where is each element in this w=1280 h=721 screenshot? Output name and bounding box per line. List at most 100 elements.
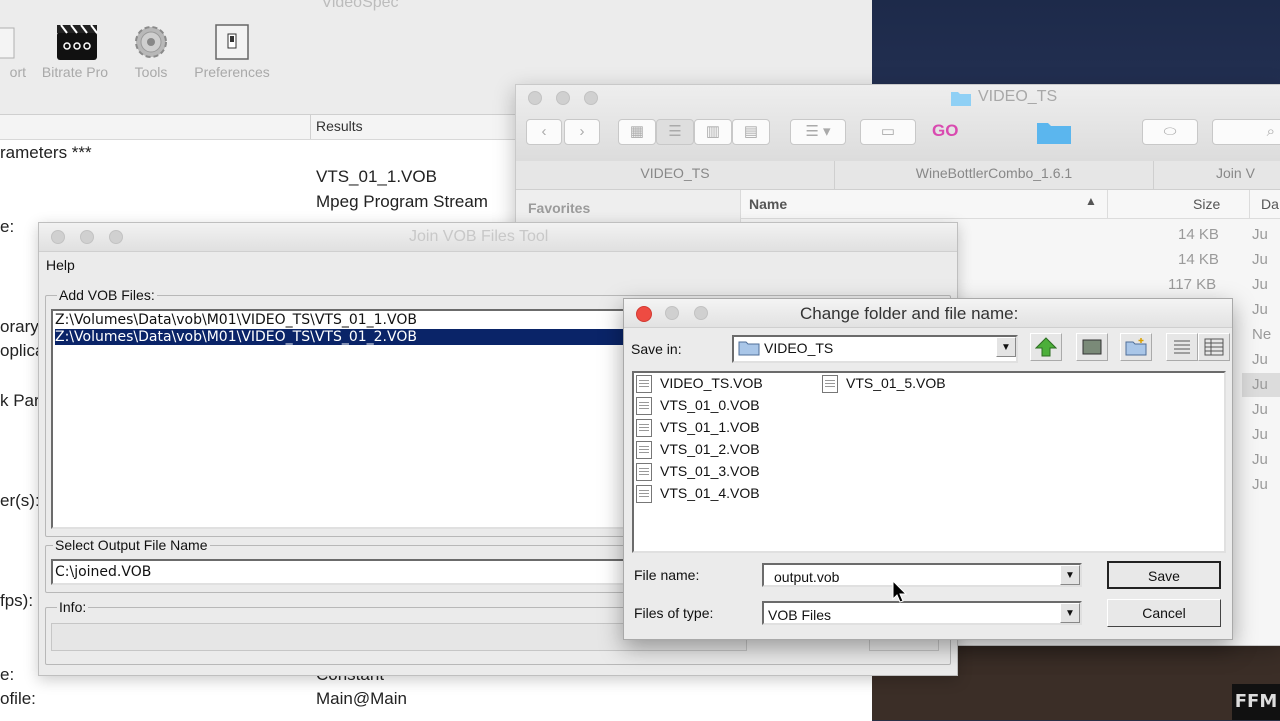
preferences-label: Preferences (194, 64, 270, 80)
tab-join[interactable]: Join V (1216, 165, 1280, 181)
folder-icon (738, 340, 760, 356)
file-item[interactable]: VTS_01_1.VOB (636, 417, 763, 438)
vob-list-item[interactable]: Z:\Volumes\Data\vob\M01\VIDEO_TS\VTS_01_… (55, 312, 641, 328)
finder-list-header: Name ▲ Size Da (741, 190, 1280, 219)
list-view-button[interactable] (1166, 333, 1198, 361)
file-date: Ju (1252, 251, 1268, 268)
search-icon: ⌕ (1266, 123, 1275, 140)
file-column: VIDEO_TS.VOB VTS_01_0.VOB VTS_01_1.VOB V… (636, 373, 763, 504)
list-icon: ☰ (668, 123, 682, 140)
list-view-button[interactable]: ☰ (656, 119, 694, 145)
tab-winebottler[interactable]: WineBottlerCombo_1.6.1 (835, 165, 1153, 181)
details-icon (1204, 338, 1224, 356)
details-view-button[interactable] (1198, 333, 1230, 361)
export-label: ort (9, 64, 26, 80)
output-file-label: Select Output File Name (53, 537, 210, 553)
file-date: Ju (1252, 476, 1268, 493)
chevron-down-icon[interactable]: ▼ (1060, 565, 1080, 585)
save-in-dropdown[interactable]: VIDEO_TS ▼ (732, 335, 1018, 363)
chevron-down-icon[interactable]: ▼ (996, 337, 1016, 357)
file-item-label: VTS_01_4.VOB (660, 485, 760, 501)
export-toolbar-button[interactable]: ort (0, 18, 26, 88)
back-button[interactable]: ‹ (526, 119, 562, 145)
help-menu[interactable]: Help (46, 257, 75, 273)
create-folder-button[interactable] (1120, 333, 1152, 361)
zoom-window-button[interactable] (109, 230, 123, 244)
arrange-button[interactable]: ☰ ▾ (790, 119, 846, 145)
finder-search-field[interactable]: ⌕ (1212, 119, 1280, 145)
file-item-label: VTS_01_3.VOB (660, 463, 760, 479)
minimize-dialog-button[interactable] (665, 306, 679, 320)
finder-titlebar: VIDEO_TS ‹ › ▦ ☰ ▥ ▤ ☰ ▾ ▭ GO ⬭ ⌕ (516, 85, 1280, 162)
output-file-input[interactable]: C:\joined.VOB (51, 559, 647, 585)
dialog-title: Change folder and file name: (800, 304, 1019, 323)
file-type-value: VOB Files (768, 607, 832, 623)
tab-video-ts[interactable]: VIDEO_TS (516, 165, 834, 181)
arrow-up-icon (1034, 337, 1058, 357)
date-column-header[interactable]: Da (1261, 196, 1279, 212)
vob-file-list[interactable]: Z:\Volumes\Data\vob\M01\VIDEO_TS\VTS_01_… (51, 309, 645, 529)
icon-view-button[interactable]: ▦ (618, 119, 656, 145)
file-item[interactable]: VTS_01_0.VOB (636, 395, 763, 416)
tag-icon: ⬭ (1163, 123, 1177, 140)
new-folder-icon: ▭ (880, 123, 896, 140)
close-dialog-button[interactable] (636, 306, 652, 322)
file-name-value: output.vob (774, 569, 840, 585)
table-row-value: VTS_01_1.VOB (316, 167, 437, 186)
chevron-down-icon[interactable]: ▼ (1060, 603, 1080, 623)
file-name-label: File name: (634, 567, 700, 583)
size-column-header[interactable]: Size (1193, 196, 1220, 212)
desktop-button[interactable] (1076, 333, 1108, 361)
go-button[interactable]: GO (932, 121, 958, 141)
sort-ascending-icon: ▲ (1085, 194, 1097, 208)
document-icon (636, 375, 652, 394)
name-column-header[interactable]: Name (749, 196, 787, 212)
file-date: Ju (1252, 401, 1268, 418)
table-row-label: k Par (0, 391, 40, 410)
file-item-label: VTS_01_2.VOB (660, 441, 760, 457)
folder-icon[interactable] (1036, 119, 1072, 145)
cancel-button[interactable]: Cancel (1107, 599, 1221, 627)
file-item[interactable]: VTS_01_5.VOB (822, 373, 946, 394)
file-name-input[interactable]: output.vob ▼ (762, 563, 1082, 587)
save-button[interactable]: Save (1107, 561, 1221, 589)
column-view-button[interactable]: ▥ (694, 119, 732, 145)
file-date: Ju (1252, 451, 1268, 468)
column-separator (1107, 190, 1108, 218)
info-label: Info: (57, 599, 89, 615)
table-row-label: orary (0, 317, 39, 336)
document-icon (636, 485, 652, 504)
results-column-header[interactable]: Results (316, 118, 363, 134)
document-icon (0, 22, 26, 62)
table-row-label: rameters *** (0, 143, 92, 162)
cover-flow-button[interactable]: ▤ (732, 119, 770, 145)
bitrate-pro-toolbar-button[interactable]: Bitrate Pro (30, 18, 120, 88)
preferences-toolbar-button[interactable]: Preferences (184, 18, 280, 88)
chevron-right-icon: › (579, 123, 585, 140)
vob-list-item-selected[interactable]: Z:\Volumes\Data\vob\M01\VIDEO_TS\VTS_01_… (55, 329, 641, 345)
column-separator (310, 115, 311, 139)
file-item[interactable]: VIDEO_TS.VOB (636, 373, 763, 394)
tag-button[interactable]: ⬭ (1142, 119, 1198, 145)
document-icon (636, 463, 652, 482)
file-type-select[interactable]: VOB Files ▼ (762, 601, 1082, 625)
columns-icon: ▥ (705, 123, 721, 140)
zoom-dialog-button[interactable] (694, 306, 708, 320)
close-window-button[interactable] (528, 91, 542, 105)
file-date: Ju (1252, 376, 1268, 393)
forward-button[interactable]: › (564, 119, 600, 145)
zoom-window-button[interactable] (584, 91, 598, 105)
tools-toolbar-button[interactable]: Tools (125, 18, 177, 88)
finder-tab-bar: VIDEO_TS WineBottlerCombo_1.6.1 Join V (516, 161, 1280, 190)
file-date: Ju (1252, 301, 1268, 318)
new-folder-button[interactable]: ▭ (860, 119, 916, 145)
minimize-window-button[interactable] (80, 230, 94, 244)
minimize-window-button[interactable] (556, 91, 570, 105)
file-item[interactable]: VTS_01_2.VOB (636, 439, 763, 460)
close-window-button[interactable] (51, 230, 65, 244)
file-item[interactable]: VTS_01_3.VOB (636, 461, 763, 482)
file-item[interactable]: VTS_01_4.VOB (636, 483, 763, 504)
document-icon (636, 441, 652, 460)
file-browser-list[interactable]: VIDEO_TS.VOB VTS_01_0.VOB VTS_01_1.VOB V… (632, 371, 1226, 553)
up-folder-button[interactable] (1030, 333, 1062, 361)
